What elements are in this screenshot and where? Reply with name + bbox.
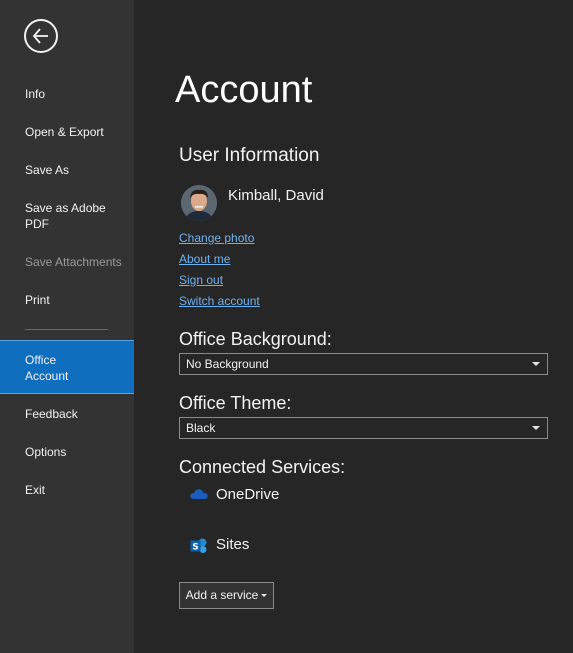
- avatar: [181, 185, 217, 221]
- chevron-down-icon: [532, 426, 540, 430]
- nav-office-account[interactable]: Office Account: [0, 340, 134, 394]
- nav-save-as-adobe-pdf[interactable]: Save as Adobe PDF: [0, 200, 112, 232]
- office-background-dropdown[interactable]: No Background: [179, 353, 548, 375]
- office-theme-heading: Office Theme:: [179, 393, 292, 413]
- sharepoint-sites-icon: S: [190, 538, 207, 553]
- office-theme-dropdown[interactable]: Black: [179, 417, 548, 439]
- service-label: OneDrive: [216, 486, 280, 503]
- change-photo-link[interactable]: Change photo: [179, 231, 254, 246]
- chevron-down-icon: [532, 362, 540, 366]
- office-background-value: No Background: [186, 357, 269, 371]
- user-information-heading: User Information: [179, 145, 320, 166]
- user-photo-icon: [181, 185, 217, 221]
- nav-options[interactable]: Options: [0, 444, 134, 460]
- nav-exit[interactable]: Exit: [0, 482, 134, 498]
- switch-account-link[interactable]: Switch account: [179, 294, 260, 309]
- chevron-down-icon: [261, 594, 268, 598]
- onedrive-cloud-icon: [190, 489, 208, 499]
- svg-text:S: S: [192, 543, 198, 553]
- back-button[interactable]: [24, 19, 58, 53]
- nav-print[interactable]: Print: [0, 292, 134, 308]
- about-me-link[interactable]: About me: [179, 252, 230, 267]
- nav-save-as[interactable]: Save As: [0, 162, 134, 178]
- add-a-service-button[interactable]: Add a service: [179, 582, 274, 609]
- back-arrow-icon: [32, 28, 48, 44]
- office-background-heading: Office Background:: [179, 329, 332, 349]
- user-name: Kimball, David: [228, 187, 324, 204]
- backstage-view: Info Open & Export Save As Save as Adobe…: [0, 0, 573, 653]
- sign-out-link[interactable]: Sign out: [179, 273, 223, 288]
- page-title: Account: [175, 69, 313, 111]
- office-theme-value: Black: [186, 421, 216, 435]
- nav-divider: [25, 329, 108, 330]
- connected-services-heading: Connected Services:: [179, 457, 346, 477]
- nav-save-attachments[interactable]: Save Attachments: [0, 254, 134, 270]
- nav-info[interactable]: Info: [0, 86, 134, 102]
- service-label: Sites: [216, 536, 250, 553]
- backstage-sidebar: Info Open & Export Save As Save as Adobe…: [0, 0, 134, 653]
- nav-feedback[interactable]: Feedback: [0, 406, 134, 422]
- account-panel: Account User Information Kimball, David …: [134, 0, 573, 653]
- add-a-service-label: Add a service: [185, 588, 259, 602]
- nav-open-export[interactable]: Open & Export: [0, 124, 134, 140]
